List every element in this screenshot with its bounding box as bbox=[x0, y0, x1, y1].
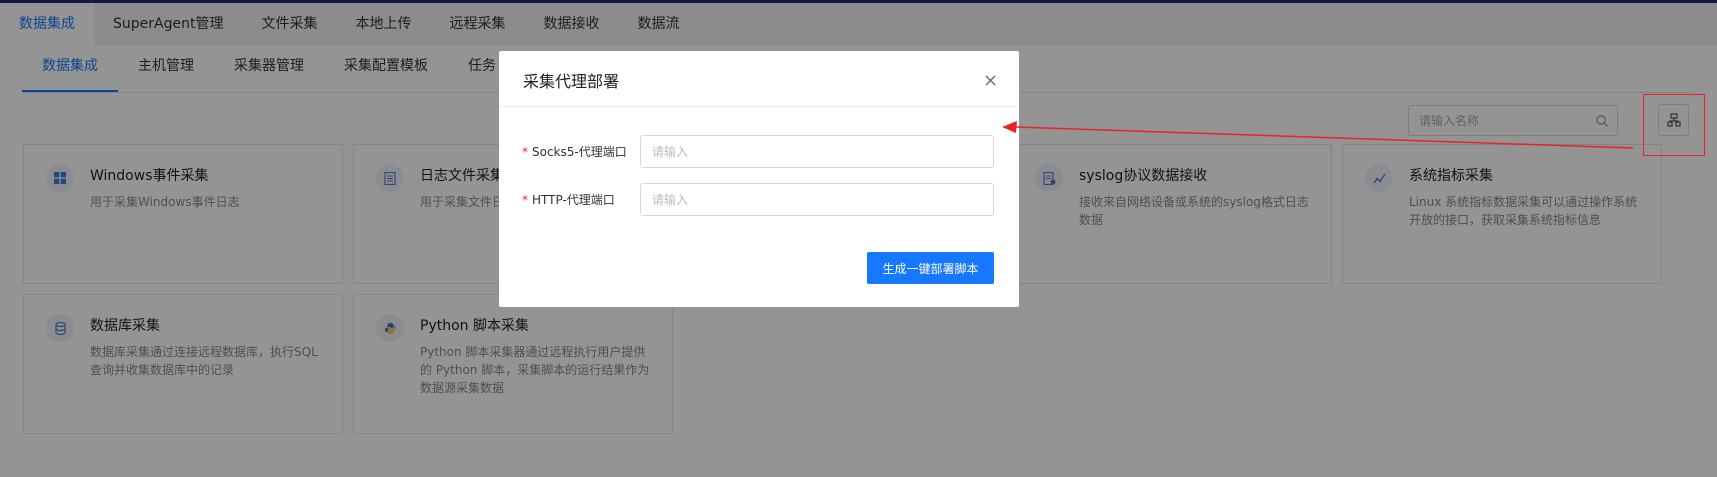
socks5-port-label: * Socks5-代理端口 bbox=[522, 143, 627, 160]
modal-title: 采集代理部署 bbox=[523, 72, 620, 91]
socks5-port-label-text: Socks5-代理端口 bbox=[532, 145, 627, 159]
generate-deploy-script-button[interactable]: 生成一键部署脚本 bbox=[867, 252, 994, 284]
highlight-box bbox=[1643, 94, 1705, 156]
http-port-label: * HTTP-代理端口 bbox=[522, 191, 615, 208]
http-port-input[interactable] bbox=[640, 183, 994, 216]
deploy-agent-modal: 采集代理部署 * Socks5-代理端口 * HTTP-代理端口 生成一键部署脚本 bbox=[499, 51, 1019, 307]
modal-header-divider bbox=[499, 106, 1019, 107]
required-marker: * bbox=[522, 145, 528, 159]
close-icon[interactable] bbox=[979, 69, 1001, 91]
required-marker: * bbox=[522, 193, 528, 207]
form-row-http: * HTTP-代理端口 bbox=[499, 183, 1019, 216]
form-row-socks5: * Socks5-代理端口 bbox=[499, 135, 1019, 168]
http-port-label-text: HTTP-代理端口 bbox=[532, 193, 615, 207]
socks5-port-input[interactable] bbox=[640, 135, 994, 168]
